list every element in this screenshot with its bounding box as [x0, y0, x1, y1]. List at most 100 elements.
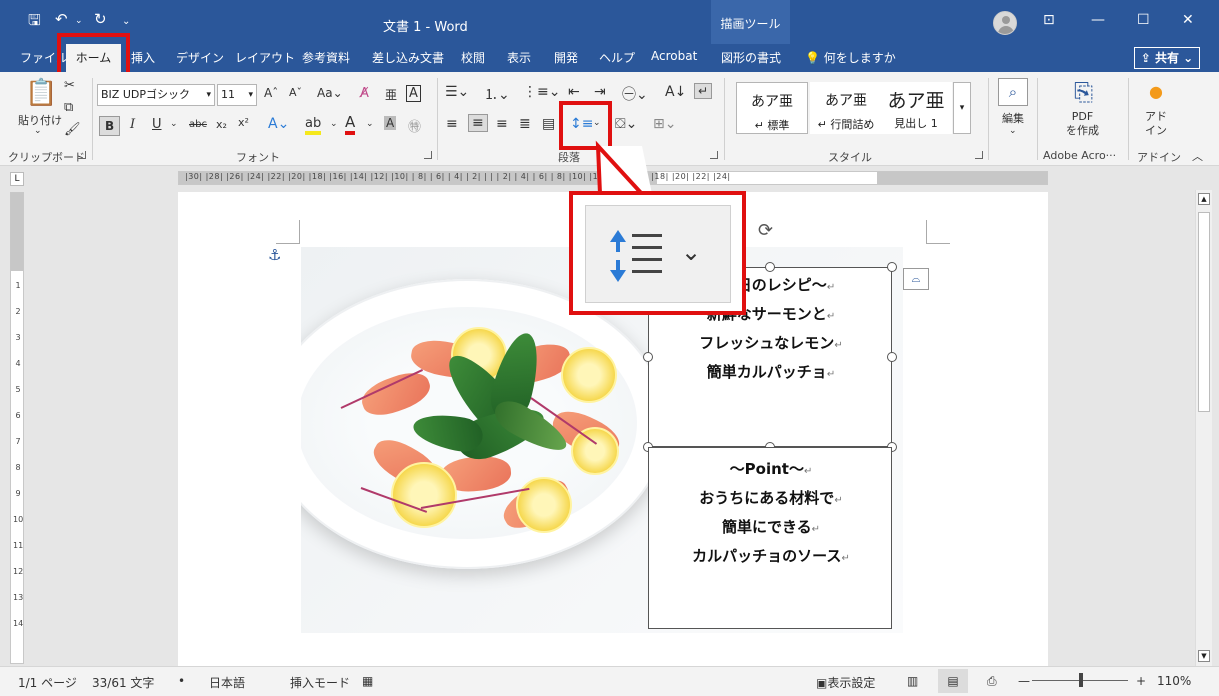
- copy-icon[interactable]: ⧉: [64, 100, 73, 115]
- redo-icon[interactable]: ↻: [94, 10, 107, 28]
- borders-icon[interactable]: ⊞⌄: [653, 116, 676, 132]
- maximize-icon[interactable]: ☐: [1137, 12, 1150, 28]
- font-name-combo[interactable]: BIZ UDPゴシック ▾: [97, 84, 215, 106]
- change-case-icon[interactable]: Aa⌄: [317, 86, 343, 100]
- tab-developer[interactable]: 開発: [554, 49, 578, 66]
- undo-dropdown-icon[interactable]: ⌄: [75, 16, 83, 26]
- tab-help[interactable]: ヘルプ: [599, 49, 635, 66]
- layout-options-icon[interactable]: ⌓: [903, 268, 929, 290]
- resize-handle[interactable]: [765, 262, 775, 272]
- tab-acrobat[interactable]: Acrobat: [651, 49, 697, 63]
- vertical-ruler[interactable]: 1 2 3 4 5 6 7 8 9 10 11 12 13 14: [10, 192, 24, 664]
- font-size-combo[interactable]: 11 ▾: [217, 84, 257, 106]
- style-heading-1[interactable]: あア亜 見出し 1: [880, 82, 952, 134]
- show-marks-icon[interactable]: ↵: [694, 83, 713, 99]
- tab-references[interactable]: 参考資料: [302, 49, 350, 66]
- strikethrough-button[interactable]: abc: [189, 119, 207, 130]
- scroll-thumb[interactable]: [1198, 212, 1210, 412]
- style-normal[interactable]: あア亜 ↵ 標準: [736, 82, 808, 134]
- align-left-icon[interactable]: ≡: [446, 116, 458, 132]
- undo-icon[interactable]: ↶: [55, 10, 68, 28]
- distribute-icon[interactable]: ▤: [542, 116, 555, 132]
- clear-formatting-icon[interactable]: A̸: [360, 86, 369, 101]
- tab-layout[interactable]: レイアウト: [235, 49, 295, 66]
- page-count[interactable]: 1/1 ページ: [18, 674, 77, 691]
- decrease-indent-icon[interactable]: ⇤: [568, 84, 580, 100]
- asian-layout-icon[interactable]: ㊀⌄: [622, 84, 648, 104]
- subscript-button[interactable]: x₂: [216, 118, 227, 131]
- character-shading-icon[interactable]: A: [384, 116, 397, 130]
- shading-icon[interactable]: ⛋⌄: [615, 116, 637, 132]
- language[interactable]: 日本語: [209, 674, 245, 691]
- customize-qat-icon[interactable]: ⌄: [122, 16, 130, 27]
- tab-review[interactable]: 校閲: [461, 49, 485, 66]
- save-icon[interactable]: 🖫: [28, 10, 41, 35]
- paste-dropdown-icon[interactable]: ⌄: [34, 126, 42, 136]
- search-icon[interactable]: ⌕: [998, 78, 1028, 106]
- tab-insert[interactable]: 挿入: [131, 49, 155, 66]
- bold-button[interactable]: B: [99, 116, 121, 136]
- styles-more-button[interactable]: ▾: [953, 82, 971, 134]
- vertical-scrollbar[interactable]: ▲ ▼: [1195, 190, 1212, 666]
- word-count[interactable]: 33/61 文字: [92, 674, 154, 691]
- point-textbox[interactable]: 〜Point〜↵ おうちにある材料で↵ 簡単にできる↵ カルパッチョのソース↵: [648, 447, 892, 629]
- share-button[interactable]: ⇪ 共有 ⌄: [1134, 47, 1200, 69]
- resize-handle[interactable]: [887, 352, 897, 362]
- align-right-icon[interactable]: ≡: [496, 116, 508, 132]
- zoom-out-icon[interactable]: —: [1018, 674, 1030, 688]
- resize-handle[interactable]: [887, 262, 897, 272]
- zoom-level[interactable]: 110%: [1157, 674, 1191, 688]
- macro-icon[interactable]: ▦: [362, 674, 373, 688]
- font-launcher-icon[interactable]: [424, 151, 432, 159]
- web-layout-icon[interactable]: ⎙: [987, 674, 997, 689]
- numbering-icon[interactable]: ⒈⌄: [484, 84, 510, 104]
- scroll-down-icon[interactable]: ▼: [1198, 650, 1210, 662]
- search-help[interactable]: 💡 何をしますか: [805, 49, 896, 66]
- highlight-color-icon[interactable]: ab: [305, 116, 322, 135]
- cut-icon[interactable]: ✂: [64, 78, 75, 93]
- tab-view[interactable]: 表示: [507, 49, 531, 66]
- multilevel-list-icon[interactable]: ⋮≡⌄: [523, 84, 560, 100]
- rotate-handle-icon[interactable]: ⟳: [758, 220, 773, 241]
- styles-launcher-icon[interactable]: [975, 151, 983, 159]
- highlight-dropdown-icon[interactable]: ⌄: [330, 119, 338, 129]
- ribbon-display-icon[interactable]: ⊡: [1043, 12, 1055, 28]
- input-mode[interactable]: 挿入モード: [290, 674, 350, 691]
- increase-indent-icon[interactable]: ⇥: [594, 84, 606, 100]
- tab-selector[interactable]: L: [10, 172, 24, 186]
- font-color-dropdown-icon[interactable]: ⌄: [366, 119, 374, 129]
- editing-dropdown-icon[interactable]: ⌄: [1009, 126, 1017, 136]
- style-no-spacing[interactable]: あア亜 ↵ 行間詰め: [810, 82, 882, 134]
- scroll-up-icon[interactable]: ▲: [1198, 193, 1210, 205]
- tab-shape-format[interactable]: 図形の書式: [721, 49, 781, 66]
- align-center-icon[interactable]: ≡: [468, 114, 488, 132]
- read-mode-icon[interactable]: ▥: [907, 674, 918, 688]
- addins-button[interactable]: アド イン: [1145, 110, 1167, 138]
- tab-mailings[interactable]: 差し込み文書: [372, 49, 444, 66]
- minimize-icon[interactable]: —: [1091, 12, 1105, 28]
- bullets-icon[interactable]: ☰⌄: [445, 84, 469, 100]
- italic-button[interactable]: I: [130, 117, 135, 132]
- font-color-icon[interactable]: A: [345, 114, 356, 135]
- underline-button[interactable]: U: [152, 117, 162, 132]
- grow-font-icon[interactable]: Aˆ: [264, 86, 278, 100]
- tab-design[interactable]: デザイン: [176, 49, 224, 66]
- enclose-characters-icon[interactable]: ㊕: [408, 116, 421, 135]
- justify-icon[interactable]: ≣: [519, 116, 531, 132]
- phonetic-guide-icon[interactable]: 亜: [385, 86, 397, 103]
- clipboard-launcher-icon[interactable]: [78, 151, 86, 159]
- underline-dropdown-icon[interactable]: ⌄: [170, 119, 178, 129]
- collapse-ribbon-icon[interactable]: ︿: [1192, 148, 1203, 164]
- character-border-icon[interactable]: A: [406, 85, 421, 102]
- create-pdf-button[interactable]: PDF を作成: [1066, 110, 1099, 138]
- addins-icon[interactable]: ●: [1149, 82, 1163, 101]
- display-settings-button[interactable]: ▣表示設定: [816, 674, 875, 691]
- editing-button[interactable]: 編集: [1002, 110, 1024, 126]
- pdf-icon[interactable]: ⎘: [1074, 78, 1093, 106]
- resize-handle[interactable]: [643, 352, 653, 362]
- close-icon[interactable]: ✕: [1182, 12, 1194, 28]
- text-effects-icon[interactable]: A⌄: [268, 116, 289, 132]
- superscript-button[interactable]: x²: [238, 116, 249, 129]
- paragraph-launcher-icon[interactable]: [710, 151, 718, 159]
- avatar[interactable]: [993, 11, 1017, 35]
